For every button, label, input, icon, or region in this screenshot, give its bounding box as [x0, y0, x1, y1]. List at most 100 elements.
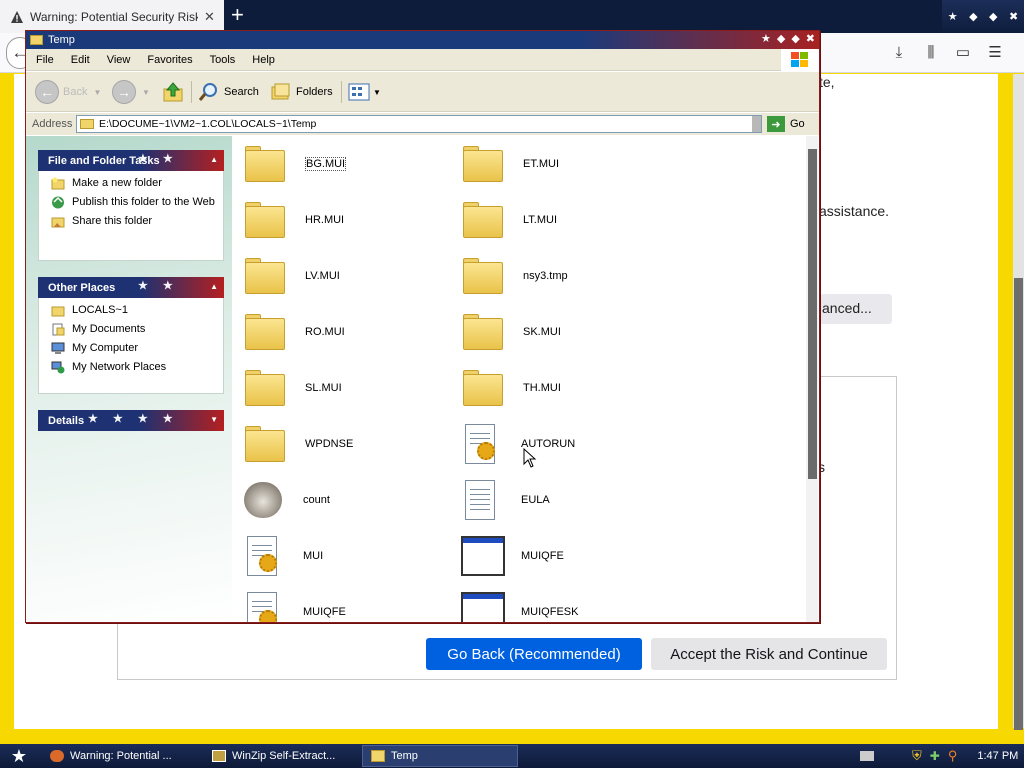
task-pane: File and Folder Tasks ★ ★ ▲ Make a new f… [26, 136, 232, 622]
search-icon[interactable]: ⚲ [948, 748, 958, 764]
go-back-button[interactable]: Go Back (Recommended) [426, 638, 642, 670]
file-list-view: BG.MUI ET.MUI HR.MUI LT.MUI LV.MUI nsy3.… [233, 136, 805, 622]
page-scrollbar-thumb[interactable] [1014, 278, 1023, 730]
file-item-folder[interactable]: SL.MUI [243, 366, 342, 410]
file-item-app[interactable]: count [241, 478, 330, 522]
file-item-folder[interactable]: HR.MUI [243, 198, 344, 242]
network-icon[interactable]: ✚ [930, 749, 940, 763]
address-dropdown-button[interactable] [752, 116, 761, 132]
address-field[interactable]: E:\DOCUME~1\VM2~1.COL\LOCALS~1\Temp [76, 115, 762, 133]
panel-title: Details [48, 414, 85, 427]
sidebar-icon[interactable]: ▭ [954, 42, 972, 62]
share-folder-icon [51, 217, 65, 228]
file-item-settings[interactable]: AUTORUN [459, 422, 575, 466]
file-item-folder[interactable]: WPDNSE [243, 422, 353, 466]
file-item-settings[interactable]: MUIQFE [241, 590, 346, 622]
file-item-settings[interactable]: MUI [241, 534, 323, 578]
explorer-title-bar[interactable]: Temp ★ ◆ ◆ ✖ [26, 31, 819, 49]
task-make-new-folder[interactable]: Make a new folder [51, 177, 223, 190]
folder-icon [243, 142, 289, 186]
file-item-app[interactable]: MUIQFE [459, 534, 564, 578]
menu-edit[interactable]: Edit [71, 54, 90, 66]
maximize-icon[interactable]: ◆ [989, 10, 997, 23]
file-item-app[interactable]: MUIQFESK [459, 590, 578, 622]
file-item-folder[interactable]: SK.MUI [461, 310, 561, 354]
file-name: LV.MUI [305, 270, 340, 282]
place-my-network[interactable]: My Network Places [51, 361, 223, 374]
network-icon [51, 361, 65, 374]
file-item-folder[interactable]: BG.MUI [243, 142, 347, 186]
file-item-folder[interactable]: TH.MUI [461, 366, 561, 410]
application-icon [459, 590, 505, 622]
folder-icon [243, 366, 289, 410]
new-tab-button[interactable]: + [231, 4, 244, 26]
file-item-folder[interactable]: RO.MUI [243, 310, 345, 354]
folder-icon [461, 254, 507, 298]
start-button[interactable]: ★ [0, 744, 38, 768]
close-window-icon[interactable]: ✖ [806, 32, 815, 45]
toolbar-separator [341, 81, 342, 103]
minimize-icon[interactable]: ◆ [969, 10, 977, 23]
address-bar: Address E:\DOCUME~1\VM2~1.COL\LOCALS~1\T… [26, 113, 819, 135]
keyboard-icon[interactable] [860, 751, 874, 761]
folder-icon [80, 119, 94, 129]
other-places-panel: LOCALS~1 My Documents My Computer My Net… [38, 298, 224, 394]
search-button-label: Search [224, 86, 259, 98]
task-publish-web[interactable]: Publish this folder to the Web [51, 196, 223, 209]
browser-tab[interactable]: Warning: Potential Security Risk A ✕ [0, 0, 224, 33]
downloads-icon[interactable]: ⤓ [890, 42, 908, 62]
taskbar-item-temp[interactable]: Temp [362, 745, 518, 767]
settings-file-icon [241, 534, 287, 578]
advanced-button-label: anced... [822, 300, 872, 316]
forward-button[interactable]: → ▼ [112, 79, 150, 105]
search-button[interactable]: Search [198, 79, 259, 105]
minimize-icon[interactable]: ◆ [777, 32, 785, 45]
go-button[interactable]: ➜ Go [767, 116, 805, 132]
menu-favorites[interactable]: Favorites [147, 54, 192, 66]
menu-view[interactable]: View [107, 54, 131, 66]
details-header[interactable]: Details ★ ★ ★ ★ ▼ [38, 410, 224, 431]
menu-file[interactable]: File [36, 54, 54, 66]
place-locals[interactable]: LOCALS~1 [51, 304, 223, 317]
views-button[interactable]: ▼ [348, 79, 381, 105]
collapse-chevron-icon[interactable]: ▲ [210, 282, 218, 291]
file-item-folder[interactable]: nsy3.tmp [461, 254, 568, 298]
chevron-down-icon: ▼ [373, 87, 381, 97]
menu-tools[interactable]: Tools [210, 54, 236, 66]
taskbar-item-winzip[interactable]: WinZip Self-Extract... [204, 745, 360, 767]
forward-arrow-icon: → [112, 80, 136, 104]
folders-button[interactable]: Folders [270, 79, 333, 105]
file-item-folder[interactable]: LT.MUI [461, 198, 557, 242]
taskbar-item-label: Temp [391, 750, 418, 762]
file-item-folder[interactable]: LV.MUI [243, 254, 340, 298]
menu-icon[interactable]: ☰ [986, 42, 1004, 62]
shield-icon[interactable]: ⛨ [912, 748, 922, 764]
mouse-cursor-icon [523, 448, 537, 468]
menu-help[interactable]: Help [252, 54, 275, 66]
new-folder-icon [51, 177, 65, 190]
collapse-chevron-icon[interactable]: ▲ [210, 155, 218, 164]
place-my-documents[interactable]: My Documents [51, 323, 223, 336]
place-my-computer[interactable]: My Computer [51, 342, 223, 355]
expand-chevron-icon[interactable]: ▼ [210, 415, 218, 424]
file-folder-tasks-header[interactable]: File and Folder Tasks ★ ★ ▲ [38, 150, 224, 171]
address-label: Address [32, 118, 73, 130]
advanced-button[interactable]: anced... [820, 294, 892, 324]
file-item-text[interactable]: EULA [459, 478, 550, 522]
library-icon[interactable]: ⫼ [922, 42, 940, 62]
folder-icon [461, 142, 507, 186]
close-window-icon[interactable]: ✖ [1009, 10, 1018, 23]
accept-risk-button[interactable]: Accept the Risk and Continue [651, 638, 887, 670]
back-button[interactable]: ← Back ▼ [35, 79, 101, 105]
up-folder-button[interactable] [162, 79, 184, 105]
other-places-header[interactable]: Other Places ★ ★ ▲ [38, 277, 224, 298]
file-name: MUIQFESK [521, 606, 579, 618]
maximize-icon[interactable]: ◆ [791, 32, 799, 45]
task-share-folder[interactable]: Share this folder [51, 215, 223, 228]
close-tab-icon[interactable]: ✕ [204, 9, 215, 25]
file-item-folder[interactable]: ET.MUI [461, 142, 559, 186]
file-name: HR.MUI [305, 214, 345, 226]
warning-icon [11, 10, 23, 23]
file-list-scrollbar-thumb[interactable] [808, 149, 817, 479]
taskbar-item-browser[interactable]: Warning: Potential ... [42, 745, 202, 767]
